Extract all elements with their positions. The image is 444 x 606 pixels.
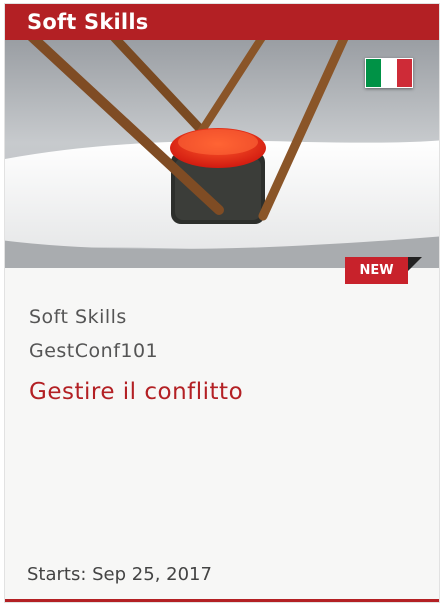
flag-stripe-green [366, 59, 382, 87]
start-date: Starts: Sep 25, 2017 [27, 564, 212, 585]
flag-stripe-red [396, 59, 412, 87]
header-title: Soft Skills [27, 10, 149, 34]
flag-stripe-white [381, 59, 397, 87]
bottom-accent-bar [5, 599, 439, 602]
course-image [5, 40, 439, 268]
course-code: GestConf101 [29, 340, 159, 362]
course-category: Soft Skills [29, 306, 127, 328]
card-header: Soft Skills [5, 4, 439, 40]
italy-flag-icon [365, 58, 413, 88]
course-title[interactable]: Gestire il conflitto [29, 379, 243, 405]
badge-fold [408, 257, 422, 271]
course-card[interactable]: Soft Skills NEW Soft Skills GestConf101 … [4, 3, 440, 603]
new-badge: NEW [345, 257, 408, 284]
